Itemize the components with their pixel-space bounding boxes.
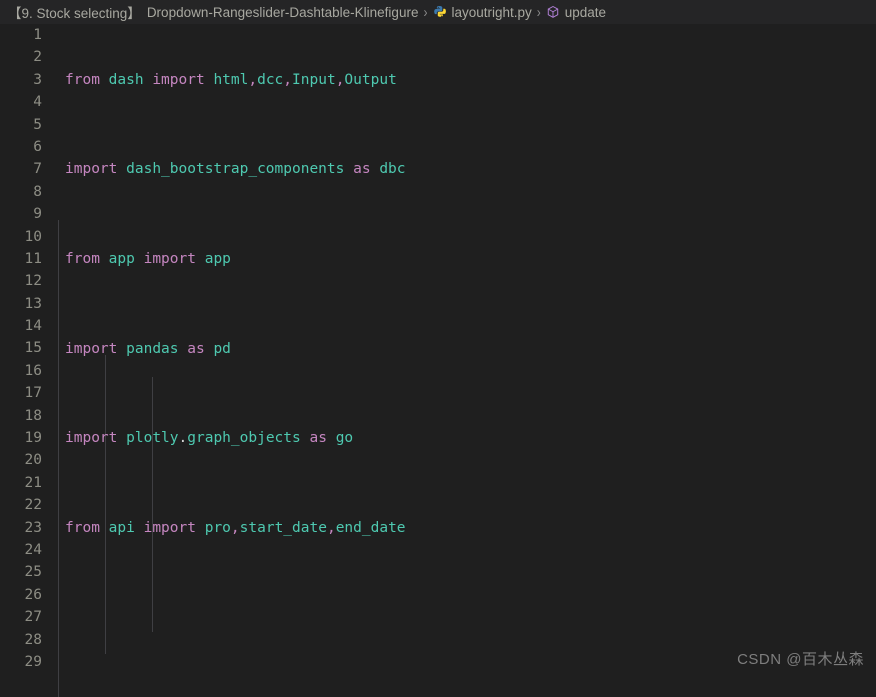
line-number: 26 (24, 586, 42, 603)
code-content[interactable]: from dash import html,dcc,Input,Output i… (51, 24, 876, 697)
line-number: 22 (24, 497, 42, 514)
breadcrumb-item-symbol[interactable]: update (565, 5, 606, 20)
line-number-gutter: 1 2 3 4 5 6 7 8 9 10 11 12 13 14 15 16 1… (0, 24, 51, 697)
breadcrumb-item-project[interactable]: 【9. Stock selecting】 (8, 2, 141, 22)
tok-name: dcc (257, 71, 284, 88)
python-file-icon (432, 5, 447, 20)
tok-alias: go (335, 430, 354, 447)
tok-comma: , (230, 519, 240, 536)
code-line-2: import dash_bootstrap_components as dbc (51, 158, 876, 180)
line-number: 15 (24, 340, 42, 357)
line-number: 3 (33, 71, 42, 88)
tok-mod: api (108, 519, 135, 536)
line-number: 9 (33, 206, 42, 223)
tok-name: app (204, 251, 231, 268)
line-number: 14 (24, 318, 42, 335)
tok-alias: dbc (379, 161, 406, 178)
code-line-5: import plotly.graph_objects as go (51, 427, 876, 449)
tok-kw-import: import (65, 340, 118, 357)
breadcrumb-item-folder[interactable]: Dropdown-Rangeslider-Dashtable-Klinefigu… (147, 5, 419, 20)
line-number: 1 (33, 27, 42, 43)
line-number: 12 (24, 273, 42, 290)
tok-kw-import: import (65, 161, 118, 178)
tok-kw-as: as (353, 161, 371, 178)
line-number: 27 (24, 609, 42, 626)
line-number: 6 (33, 138, 42, 155)
line-number: 20 (24, 452, 42, 469)
code-line-1: from dash import html,dcc,Input,Output (51, 69, 876, 91)
tok-mod: plotly (126, 430, 179, 447)
line-number: 29 (24, 653, 42, 670)
code-line-3: from app import app (51, 248, 876, 270)
code-line-4: import pandas as pd (51, 338, 876, 360)
breadcrumb: 【9. Stock selecting】 Dropdown-Rangeslide… (0, 0, 876, 24)
tok-mod-dash: dash (108, 71, 144, 88)
breadcrumb-item-file[interactable]: layoutright.py (451, 5, 531, 20)
line-number: 5 (33, 116, 42, 133)
line-number: 8 (33, 183, 42, 200)
tok-comma: , (248, 71, 258, 88)
line-number: 13 (24, 295, 42, 312)
watermark-text: CSDN @百木丛森 (737, 651, 864, 668)
tok-mod: pandas (126, 340, 179, 357)
line-number: 21 (24, 474, 42, 491)
tok-kw-import: import (152, 71, 205, 88)
tok-mod: app (108, 251, 135, 268)
tok-comma: , (326, 519, 336, 536)
tok-kw-as: as (187, 340, 205, 357)
tok-dot: . (178, 430, 188, 447)
line-number: 28 (24, 631, 42, 648)
code-editor[interactable]: 1 2 3 4 5 6 7 8 9 10 11 12 13 14 15 16 1… (0, 24, 876, 697)
line-number: 17 (24, 385, 42, 402)
line-number: 24 (24, 541, 42, 558)
line-number: 7 (33, 161, 42, 178)
symbol-method-icon (546, 5, 561, 20)
tok-name: start_date (239, 519, 327, 536)
code-line-6: from api import pro,start_date,end_date (51, 517, 876, 539)
line-number: 23 (24, 519, 42, 536)
tok-name: Input (292, 71, 336, 88)
line-number: 16 (24, 362, 42, 379)
tok-name: pro (204, 519, 231, 536)
line-number: 2 (33, 49, 42, 66)
tok-kw-from: from (65, 251, 100, 268)
tok-comma: , (283, 71, 293, 88)
tok-alias: pd (213, 340, 231, 357)
line-number: 11 (24, 250, 42, 267)
tok-kw-as: as (309, 430, 327, 447)
line-number: 19 (24, 430, 42, 447)
tok-kw-import: import (65, 430, 118, 447)
tok-mod: dash_bootstrap_components (126, 161, 345, 178)
tok-name: html (213, 71, 249, 88)
tok-kw-import: import (143, 519, 196, 536)
line-number: 4 (33, 94, 42, 111)
line-number: 25 (24, 564, 42, 581)
tok-name: Output (344, 71, 397, 88)
line-number: 10 (24, 228, 42, 245)
tok-kw-import: import (143, 251, 196, 268)
tok-name: end_date (335, 519, 406, 536)
line-number: 18 (24, 407, 42, 424)
breadcrumb-separator-2: › (536, 3, 541, 21)
tok-mod: graph_objects (187, 430, 301, 447)
breadcrumb-separator: › (423, 3, 428, 21)
tok-kw-from: from (65, 71, 100, 88)
tok-kw-from: from (65, 519, 100, 536)
